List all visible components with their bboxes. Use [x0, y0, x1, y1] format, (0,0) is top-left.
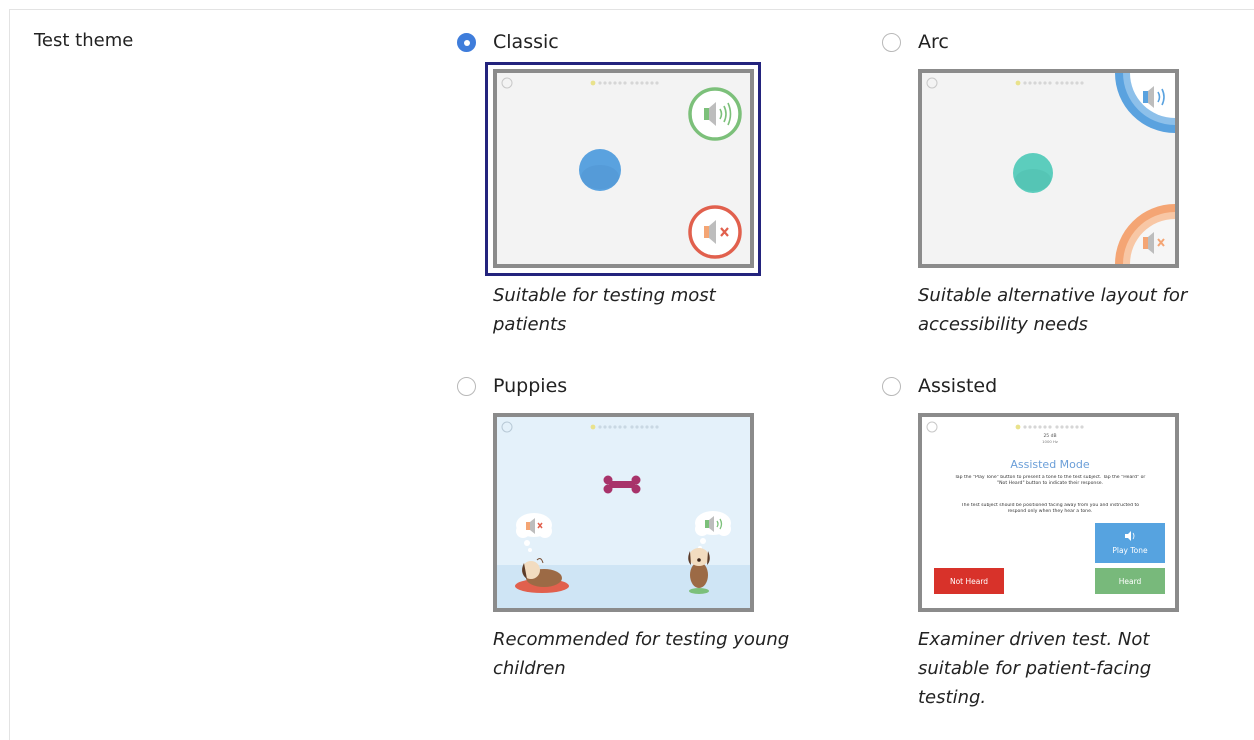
theme-puppies-description: Recommended for testing young children [493, 629, 790, 679]
theme-classic-description: Suitable for testing most patients [493, 285, 716, 335]
theme-puppies-preview[interactable] [493, 413, 754, 612]
heard-button: Heard [1119, 577, 1142, 586]
theme-puppies-label: Puppies [493, 375, 568, 397]
assisted-instruction-2: The test subject should be positioned fa… [960, 503, 1140, 515]
theme-classic-radio-row[interactable]: Classic [457, 29, 787, 55]
theme-arc-description: Suitable alternative layout for accessib… [918, 285, 1188, 335]
theme-assisted-description: Examiner driven test. Not suitable for p… [918, 629, 1152, 708]
radio-arc[interactable] [882, 33, 901, 52]
assisted-instruction-1: Tap the "Play Tone" button to present a … [954, 475, 1146, 487]
theme-classic-label: Classic [493, 31, 559, 53]
theme-classic-preview[interactable] [493, 69, 754, 268]
theme-assisted-label: Assisted [918, 375, 998, 397]
theme-assisted-radio-row[interactable]: Assisted [882, 373, 1212, 399]
radio-assisted[interactable] [882, 377, 901, 396]
not-heard-button: Not Heard [950, 577, 988, 586]
theme-arc-label: Arc [918, 31, 949, 53]
radio-puppies[interactable] [457, 377, 476, 396]
play-tone-button: Play Tone [1112, 546, 1148, 555]
assisted-hz-value: 1000 Hz [1042, 439, 1058, 444]
assisted-mode-title: Assisted Mode [1010, 458, 1090, 471]
section-label: Test theme [34, 30, 134, 51]
radio-classic[interactable] [457, 33, 476, 52]
theme-arc-radio-row[interactable]: Arc [882, 29, 1212, 55]
theme-arc-preview[interactable] [918, 69, 1179, 268]
theme-assisted-preview[interactable]: 25 dB 1000 Hz Assisted Mode Tap the "Pla… [918, 413, 1179, 612]
theme-puppies-radio-row[interactable]: Puppies [457, 373, 787, 399]
